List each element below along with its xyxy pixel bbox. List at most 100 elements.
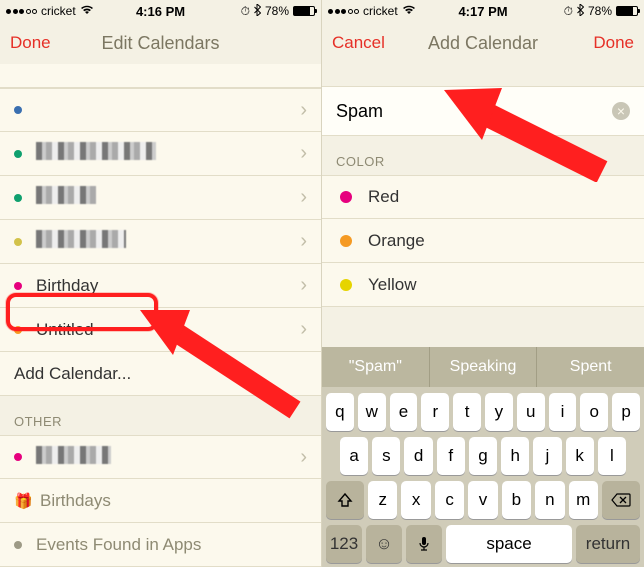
- emoji-key[interactable]: ☺: [366, 525, 402, 563]
- battery-icon: [616, 6, 638, 16]
- key-q[interactable]: q: [326, 393, 354, 431]
- calendar-name-input[interactable]: [336, 101, 612, 122]
- status-time: 4:17 PM: [458, 4, 507, 19]
- color-name-label: Red: [368, 187, 626, 207]
- chevron-right-icon: ›: [300, 446, 307, 469]
- wifi-icon: [402, 4, 416, 18]
- status-time: 4:16 PM: [136, 4, 185, 19]
- key-f[interactable]: f: [437, 437, 465, 475]
- suggestion[interactable]: Speaking: [430, 347, 538, 387]
- chevron-right-icon: ›: [300, 186, 307, 209]
- wifi-icon: [80, 4, 94, 18]
- calendar-row[interactable]: ›: [0, 220, 321, 264]
- key-w[interactable]: w: [358, 393, 386, 431]
- key-z[interactable]: z: [368, 481, 397, 519]
- calendar-row[interactable]: Birthday›: [0, 264, 321, 308]
- color-dot-icon: [14, 238, 22, 246]
- key-l[interactable]: l: [598, 437, 626, 475]
- birthdays-row[interactable]: 🎁 Birthdays: [0, 479, 321, 523]
- add-calendar-row[interactable]: Add Calendar...: [0, 352, 321, 396]
- calendar-row[interactable]: ›: [0, 435, 321, 479]
- key-e[interactable]: e: [390, 393, 418, 431]
- calendar-row[interactable]: ›: [0, 88, 321, 132]
- status-bar: cricket 4:16 PM ⏱ 78%: [0, 0, 321, 22]
- battery-pct: 78%: [265, 4, 289, 18]
- key-v[interactable]: v: [468, 481, 497, 519]
- key-n[interactable]: n: [535, 481, 564, 519]
- key-i[interactable]: i: [549, 393, 577, 431]
- color-option-row[interactable]: Red: [322, 175, 644, 219]
- signal-dots-icon: [6, 9, 37, 14]
- chevron-right-icon: ›: [300, 99, 307, 122]
- bluetooth-icon: [254, 4, 261, 19]
- calendar-label: Birthday: [36, 276, 300, 296]
- key-j[interactable]: j: [533, 437, 561, 475]
- key-o[interactable]: o: [580, 393, 608, 431]
- calendar-row[interactable]: ›: [0, 176, 321, 220]
- bluetooth-icon: [577, 4, 584, 19]
- calendar-label: [36, 230, 300, 253]
- suggestion[interactable]: Spent: [537, 347, 644, 387]
- key-r[interactable]: r: [421, 393, 449, 431]
- return-key[interactable]: return: [576, 525, 640, 563]
- calendar-label: [36, 446, 300, 469]
- key-x[interactable]: x: [401, 481, 430, 519]
- key-h[interactable]: h: [501, 437, 529, 475]
- key-c[interactable]: c: [435, 481, 464, 519]
- key-s[interactable]: s: [372, 437, 400, 475]
- key-b[interactable]: b: [502, 481, 531, 519]
- key-k[interactable]: k: [566, 437, 594, 475]
- key-d[interactable]: d: [404, 437, 432, 475]
- suggestion[interactable]: "Spam": [322, 347, 430, 387]
- section-header-color: COLOR: [322, 136, 644, 175]
- key-p[interactable]: p: [612, 393, 640, 431]
- screen-edit-calendars: cricket 4:16 PM ⏱ 78% Done Edit Calendar…: [0, 0, 322, 567]
- key-g[interactable]: g: [469, 437, 497, 475]
- color-dot-icon: [14, 194, 22, 202]
- color-dot-icon: [14, 326, 22, 334]
- space-key[interactable]: space: [446, 525, 572, 563]
- backspace-key[interactable]: [602, 481, 640, 519]
- calendar-label: [36, 186, 300, 209]
- events-found-label: Events Found in Apps: [36, 535, 307, 555]
- page-title: Add Calendar: [428, 33, 538, 54]
- keyboard: "Spam"SpeakingSpent qwertyuiop asdfghjkl…: [322, 347, 644, 567]
- color-dot-icon: [14, 453, 22, 461]
- nav-bar: Cancel Add Calendar Done: [322, 22, 644, 64]
- events-dot-icon: [14, 541, 22, 549]
- key-m[interactable]: m: [569, 481, 598, 519]
- mic-key[interactable]: [406, 525, 442, 563]
- color-option-row[interactable]: Yellow: [322, 263, 644, 307]
- color-name-label: Yellow: [368, 275, 626, 295]
- color-option-row[interactable]: Orange: [322, 219, 644, 263]
- color-dot-icon: [340, 235, 352, 247]
- events-found-row[interactable]: Events Found in Apps: [0, 523, 321, 567]
- numbers-key[interactable]: 123: [326, 525, 362, 563]
- calendar-row[interactable]: Untitled›: [0, 308, 321, 352]
- carrier-label: cricket: [41, 4, 76, 18]
- color-dot-icon: [14, 150, 22, 158]
- gift-icon: 🎁: [14, 492, 26, 510]
- status-bar: cricket 4:17 PM ⏱ 78%: [322, 0, 644, 22]
- calendar-label: [36, 142, 300, 165]
- chevron-right-icon: ›: [300, 274, 307, 297]
- done-button[interactable]: Done: [10, 33, 101, 53]
- chevron-right-icon: ›: [300, 230, 307, 253]
- done-button[interactable]: Done: [538, 33, 634, 53]
- calendar-row[interactable]: ›: [0, 132, 321, 176]
- key-a[interactable]: a: [340, 437, 368, 475]
- chevron-right-icon: ›: [300, 142, 307, 165]
- shift-key[interactable]: [326, 481, 364, 519]
- key-y[interactable]: y: [485, 393, 513, 431]
- page-title: Edit Calendars: [101, 33, 219, 54]
- key-t[interactable]: t: [453, 393, 481, 431]
- cancel-button[interactable]: Cancel: [332, 33, 428, 53]
- key-u[interactable]: u: [517, 393, 545, 431]
- clear-input-icon[interactable]: ×: [612, 102, 630, 120]
- battery-icon: [293, 6, 315, 16]
- add-calendar-label: Add Calendar...: [14, 364, 307, 384]
- section-header-other: OTHER: [0, 396, 321, 435]
- keyboard-suggestions: "Spam"SpeakingSpent: [322, 347, 644, 387]
- birthdays-label: Birthdays: [40, 491, 307, 511]
- battery-pct: 78%: [588, 4, 612, 18]
